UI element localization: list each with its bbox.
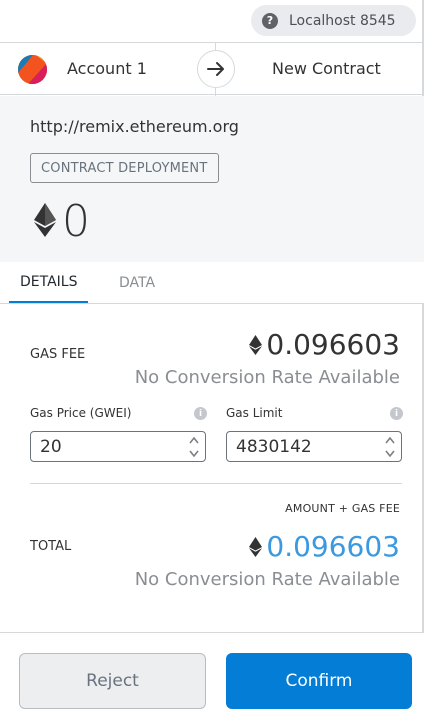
stepper-arrows-icon[interactable] xyxy=(186,433,202,461)
section-divider xyxy=(30,483,402,484)
account-avatar xyxy=(18,55,47,84)
reject-button[interactable]: Reject xyxy=(19,653,206,709)
question-icon: ? xyxy=(262,12,278,29)
tab-details[interactable]: DETAILS xyxy=(9,262,89,303)
gas-fee-conversion: No Conversion Rate Available xyxy=(134,367,400,388)
network-label: Localhost 8545 xyxy=(289,12,396,29)
network-bar: ? Localhost 8545 xyxy=(0,0,424,42)
info-icon[interactable]: i xyxy=(390,407,403,420)
ethereum-icon xyxy=(249,334,263,356)
gas-limit-stepper[interactable]: 4830142 xyxy=(226,431,402,462)
transaction-confirmation-window: ? Localhost 8545 Account 1 New Contract … xyxy=(0,0,424,726)
total-value: 0.096603 xyxy=(266,530,400,563)
confirm-button[interactable]: Confirm xyxy=(226,653,412,709)
gas-limit-input[interactable]: 4830142 xyxy=(236,437,382,457)
tab-data[interactable]: DATA xyxy=(108,262,166,304)
transaction-amount: 0 xyxy=(34,200,90,244)
footer-actions: Reject Confirm xyxy=(0,632,424,726)
account-name: Account 1 xyxy=(67,59,147,78)
tabs-bar: DETAILS DATA xyxy=(0,262,424,304)
gas-fee-label: GAS FEE xyxy=(30,347,86,362)
account-contract-row: Account 1 New Contract xyxy=(0,42,424,96)
gas-fee-value: 0.096603 xyxy=(266,328,400,361)
ethereum-icon xyxy=(34,203,56,241)
gas-limit-label: Gas Limit xyxy=(226,406,283,420)
network-selector[interactable]: ? Localhost 8545 xyxy=(251,5,416,36)
gas-fee-amount: 0.096603 xyxy=(249,328,400,361)
amount-value: 0 xyxy=(62,196,90,247)
transaction-origin-section: http://remix.ethereum.org CONTRACT DEPLO… xyxy=(0,96,424,262)
total-caption: AMOUNT + GAS FEE xyxy=(285,502,400,515)
total-label: TOTAL xyxy=(30,539,72,554)
ethereum-icon xyxy=(249,536,263,558)
info-icon[interactable]: i xyxy=(194,407,207,420)
gas-price-stepper[interactable]: 20 xyxy=(30,431,206,462)
arrow-right-icon xyxy=(197,50,235,88)
gas-price-input[interactable]: 20 xyxy=(40,437,186,457)
contract-name: New Contract xyxy=(272,59,381,78)
total-amount: 0.096603 xyxy=(249,530,400,563)
stepper-arrows-icon[interactable] xyxy=(382,433,398,461)
origin-url: http://remix.ethereum.org xyxy=(30,117,239,136)
gas-price-label: Gas Price (GWEI) xyxy=(30,406,132,420)
transaction-type-badge: CONTRACT DEPLOYMENT xyxy=(30,153,219,183)
total-conversion: No Conversion Rate Available xyxy=(134,569,400,590)
